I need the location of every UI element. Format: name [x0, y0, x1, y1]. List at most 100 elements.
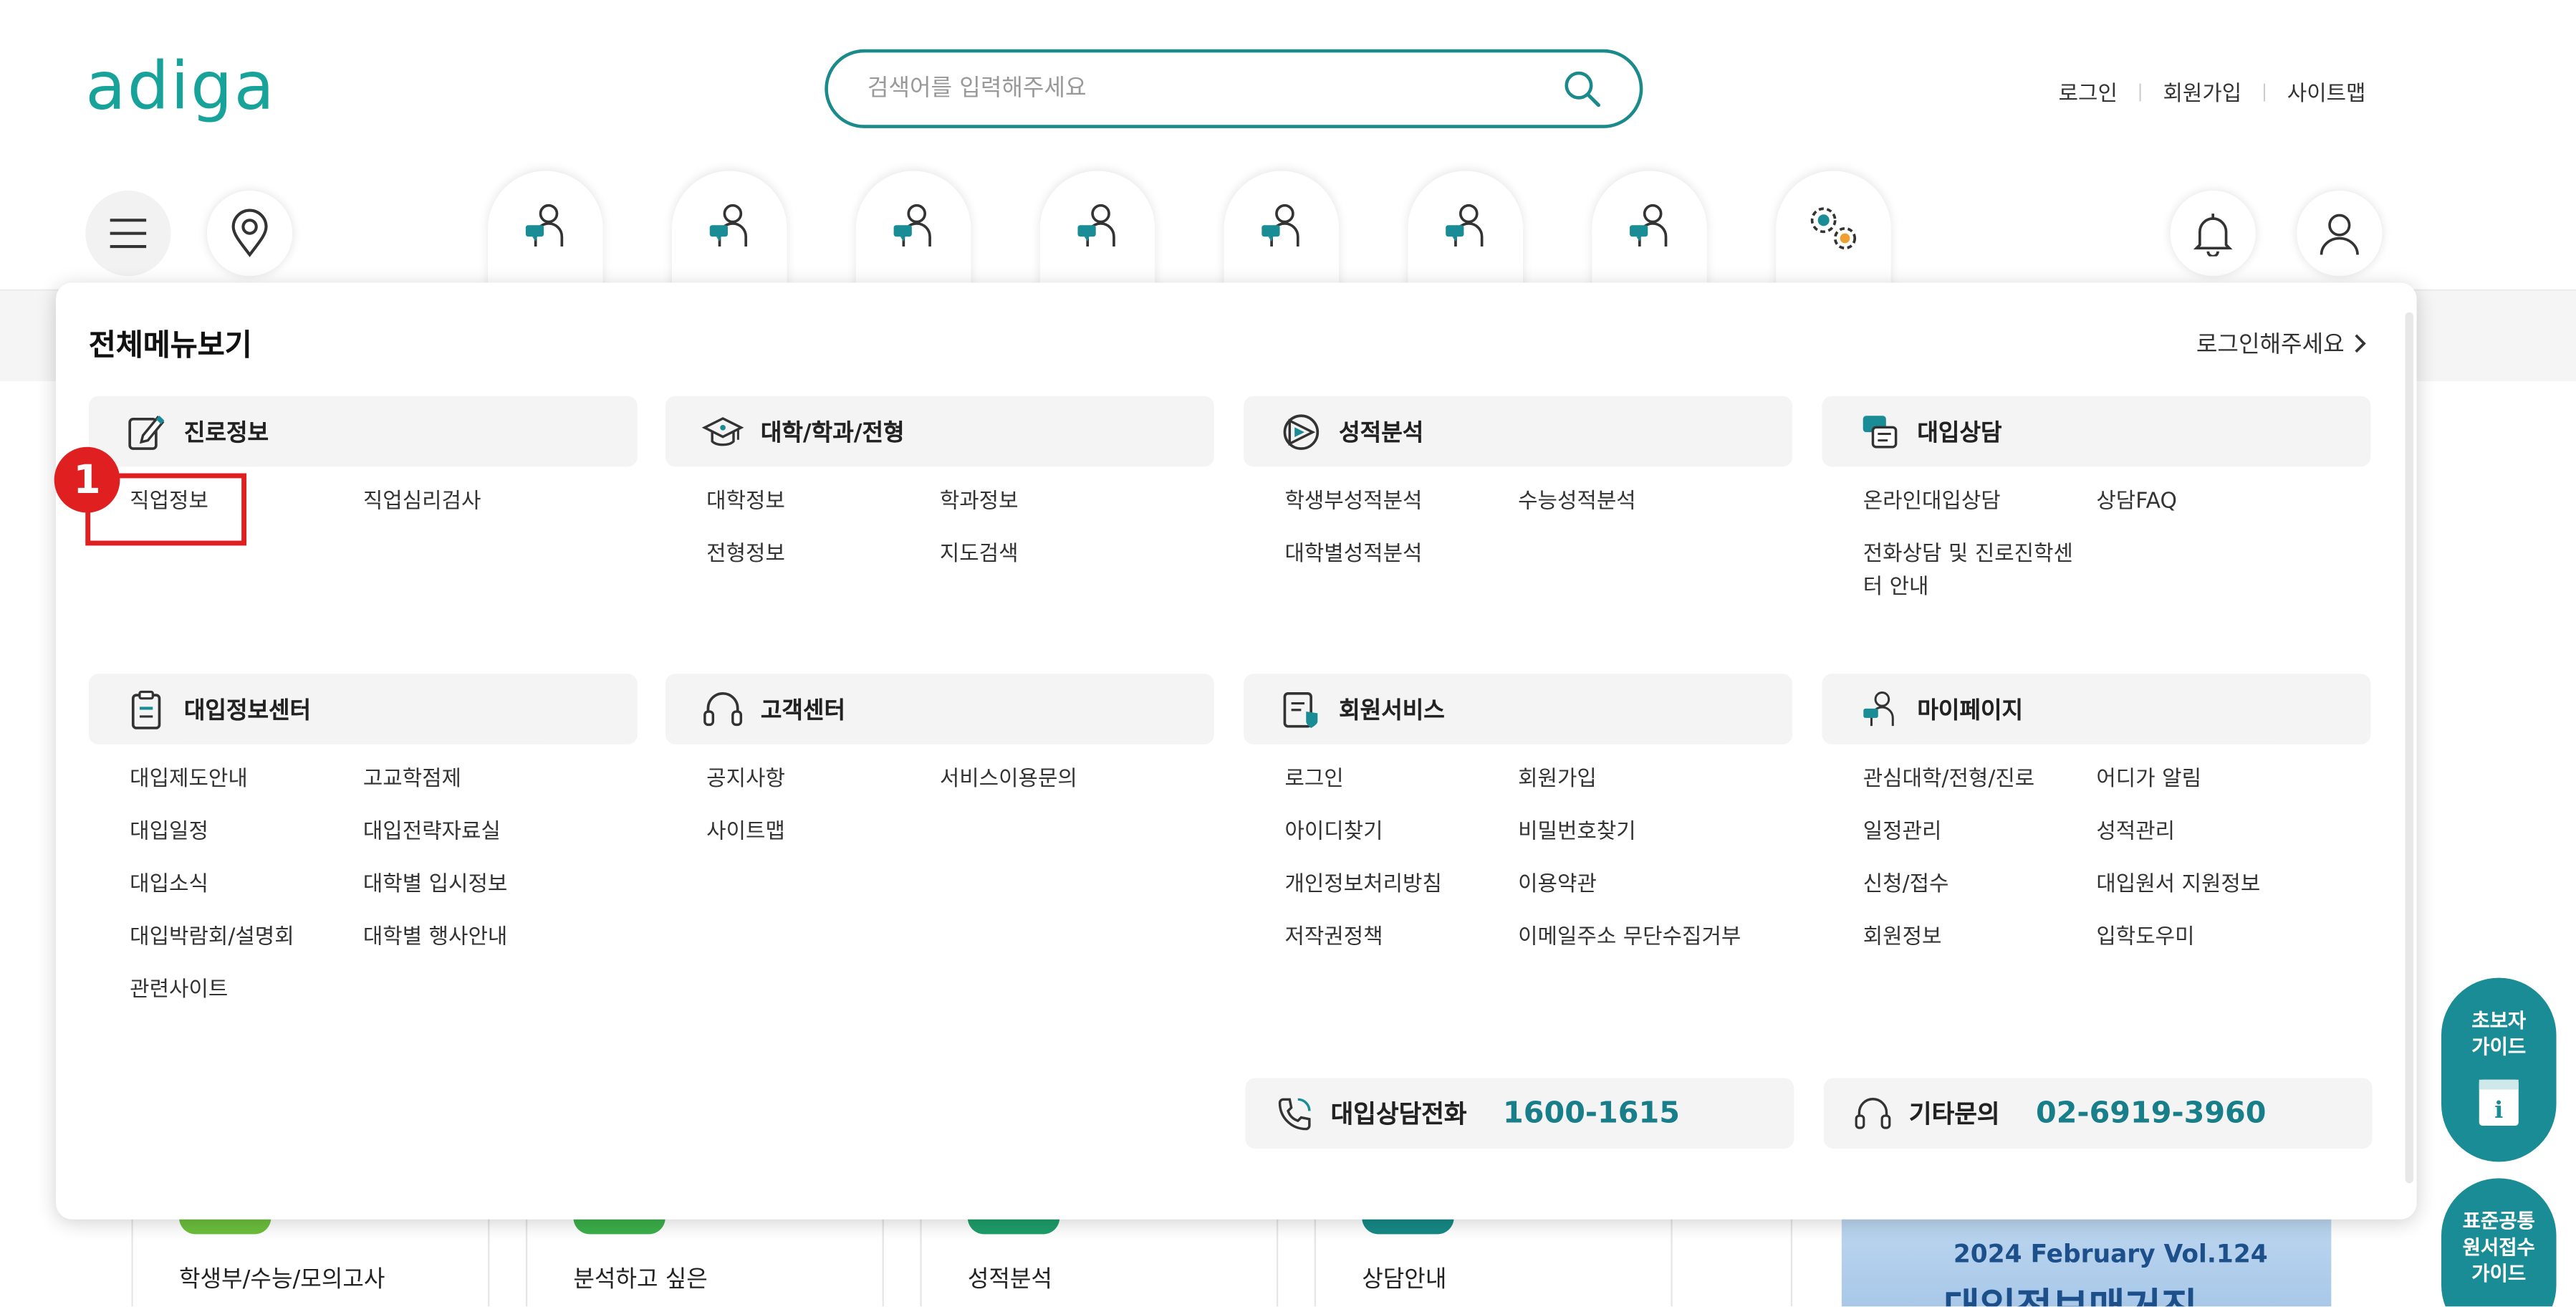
- mypage-person-icon: [1858, 688, 1901, 731]
- menu-item-record-analysis[interactable]: 학생부성적분석: [1284, 487, 1518, 520]
- menu-item[interactable]: 관심대학/전형/진로: [1863, 764, 2097, 797]
- menu-item[interactable]: 대입제도안내: [130, 764, 363, 797]
- banner-title: 대입정보매거진: [1943, 1275, 2197, 1306]
- guide-label: 표준공통: [2462, 1209, 2535, 1233]
- section-items: 대입제도안내 고교학점제 대입일정 대입전략자료실 대입소식 대학별 입시정보 …: [89, 764, 638, 1007]
- menu-item[interactable]: 어디가 알림: [2096, 764, 2375, 797]
- nav-tab-1[interactable]: [488, 171, 603, 293]
- login-prompt-link[interactable]: 로그인해주세요: [2196, 327, 2368, 360]
- nav-tab-3[interactable]: [855, 171, 971, 293]
- search-input[interactable]: [867, 75, 1561, 102]
- card-caption: 상담안내: [1362, 1267, 1447, 1293]
- menu-item-consult-faq[interactable]: 상담FAQ: [2096, 487, 2375, 520]
- user-button[interactable]: [2297, 191, 2383, 277]
- menu-item-univ-info[interactable]: 대학정보: [706, 487, 940, 520]
- menu-item-admission-type[interactable]: 전형정보: [706, 539, 940, 572]
- section-header: 대입상담: [1822, 396, 2371, 467]
- signup-link[interactable]: 회원가입: [2163, 75, 2241, 107]
- menu-item[interactable]: 대학별 행사안내: [363, 922, 643, 955]
- menu-item-online-consult[interactable]: 온라인대입상담: [1863, 487, 2097, 520]
- menu-item[interactable]: 고교학점제: [363, 764, 643, 797]
- menu-item[interactable]: 대학별 입시정보: [363, 869, 643, 902]
- menu-item[interactable]: 대입전략자료실: [363, 817, 643, 850]
- menu-item[interactable]: 저작권정책: [1284, 922, 1518, 955]
- clipboard-icon: [125, 688, 168, 731]
- menu-item[interactable]: 로그인: [1284, 764, 1518, 797]
- card-caption: 학생부/수능/모의고사: [178, 1267, 385, 1293]
- search-icon[interactable]: [1561, 67, 1604, 110]
- menu-section-member: 회원서비스 로그인 회원가입 아이디찾기 비밀번호찾기 개인정보처리방침 이용약…: [1244, 674, 1793, 955]
- section-items: 관심대학/전형/진로 어디가 알림 일정관리 성적관리 신청/접수 대입원서 지…: [1822, 764, 2370, 954]
- menu-item[interactable]: 대입원서 지원정보: [2096, 869, 2375, 902]
- menu-item-csat-analysis[interactable]: 수능성적분석: [1518, 487, 1797, 520]
- bg-card[interactable]: 상담안내: [1314, 1207, 1673, 1307]
- menu-item[interactable]: 공지사항: [706, 764, 940, 797]
- section-header: 성적분석: [1244, 396, 1793, 467]
- nav-tab-6[interactable]: [1408, 171, 1523, 293]
- sitemap-link[interactable]: 사이트맵: [2287, 75, 2366, 107]
- menu-item-map-search[interactable]: 지도검색: [940, 539, 1219, 572]
- menu-item[interactable]: 아이디찾기: [1284, 817, 1518, 850]
- menu-item[interactable]: 입학도우미: [2096, 922, 2375, 955]
- bg-card[interactable]: 분석하고 싶은: [525, 1207, 884, 1307]
- menu-item-univ-score-analysis[interactable]: 대학별성적분석: [1284, 539, 1518, 572]
- menu-item[interactable]: 서비스이용문의: [940, 764, 1219, 797]
- application-guide-button[interactable]: 표준공통 원서접수 가이드: [2441, 1178, 2557, 1307]
- menu-item[interactable]: 신청/접수: [1863, 869, 2097, 902]
- nav-tab-5[interactable]: [1224, 171, 1340, 293]
- career-note-icon: [125, 410, 168, 453]
- menu-item[interactable]: 관련사이트: [130, 975, 363, 1007]
- location-button[interactable]: [206, 191, 293, 277]
- menu-item[interactable]: 대입일정: [130, 817, 363, 850]
- menu-item-career-test[interactable]: 직업심리검사: [363, 487, 643, 520]
- scrollbar[interactable]: [2405, 312, 2414, 1184]
- section-title: 회원서비스: [1339, 697, 1445, 724]
- contact-number[interactable]: 1600-1615: [1503, 1096, 1680, 1131]
- menu-item[interactable]: 회원정보: [1863, 922, 2097, 955]
- menu-button[interactable]: [85, 191, 171, 277]
- nav-tab-8[interactable]: [1776, 171, 1891, 293]
- login-prompt-label: 로그인해주세요: [2196, 332, 2345, 358]
- logo[interactable]: adiga: [85, 49, 276, 125]
- nav-tab-4[interactable]: [1039, 171, 1155, 293]
- magazine-banner[interactable]: 2024 February Vol.124 대입정보매거진: [1841, 1216, 2332, 1307]
- menu-item[interactable]: 사이트맵: [706, 817, 940, 850]
- settings-gears-icon: [1810, 207, 1857, 250]
- menu-item-phone-consult[interactable]: 전화상담 및 진로진학센터 안내: [1863, 539, 2090, 605]
- menu-item[interactable]: 비밀번호찾기: [1518, 817, 1797, 850]
- bg-card[interactable]: 성적분석: [920, 1207, 1279, 1307]
- menu-item[interactable]: 이메일주소 무단수집거부: [1518, 922, 1797, 955]
- section-title: 대입상담: [1917, 419, 2002, 446]
- section-title: 고객센터: [760, 697, 846, 724]
- menu-item[interactable]: 성적관리: [2096, 817, 2375, 850]
- section-title: 마이페이지: [1917, 697, 2024, 724]
- menu-section-score: 성적분석 학생부성적분석 수능성적분석 대학별성적분석: [1244, 396, 1793, 572]
- headset-icon: [1855, 1096, 1891, 1129]
- nav-tab-7[interactable]: [1592, 171, 1707, 293]
- menu-item[interactable]: 대입소식: [130, 869, 363, 902]
- notification-button[interactable]: [2170, 191, 2256, 277]
- counselor-icon: [1446, 204, 1484, 247]
- guide-label: 가이드: [2471, 1262, 2527, 1286]
- nav-tab-2[interactable]: [672, 171, 787, 293]
- guide-label: 초보자: [2471, 1009, 2527, 1033]
- step-badge: 1: [54, 446, 120, 513]
- user-icon: [2320, 214, 2359, 255]
- menu-item[interactable]: 회원가입: [1518, 764, 1797, 797]
- menu-item[interactable]: 일정관리: [1863, 817, 2097, 850]
- other-inquiry-contact: 기타문의 02-6919-3960: [1823, 1078, 2373, 1149]
- menu-item-dept-info[interactable]: 학과정보: [940, 487, 1219, 520]
- menu-item[interactable]: 개인정보처리방침: [1284, 869, 1518, 902]
- contact-number[interactable]: 02-6919-3960: [2036, 1096, 2267, 1131]
- menu-item[interactable]: 대입박람회/설명회: [130, 922, 363, 955]
- counselor-icon: [1261, 204, 1299, 247]
- beginner-guide-button[interactable]: 초보자 가이드 i: [2441, 977, 2557, 1162]
- menu-item[interactable]: 이용약관: [1518, 869, 1797, 902]
- divider: |: [2261, 80, 2268, 102]
- graduation-cap-icon: [701, 410, 744, 453]
- location-pin-icon: [231, 209, 268, 257]
- bg-card[interactable]: 학생부/수능/모의고사: [131, 1207, 490, 1307]
- search-box: [825, 49, 1643, 128]
- login-link[interactable]: 로그인: [2059, 75, 2118, 107]
- menu-section-mypage: 마이페이지 관심대학/전형/진로 어디가 알림 일정관리 성적관리 신청/접수 …: [1822, 674, 2371, 954]
